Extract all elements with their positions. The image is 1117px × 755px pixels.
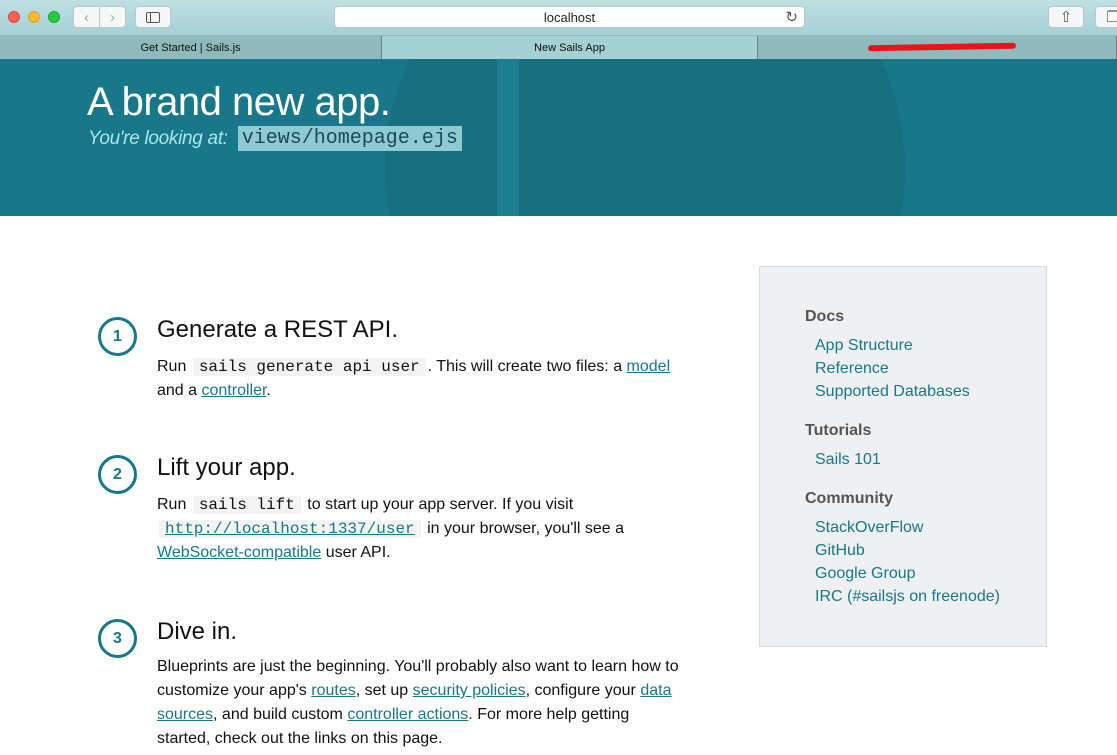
link-sails-101[interactable]: Sails 101: [815, 451, 881, 469]
address-bar[interactable]: localhost ↻: [334, 6, 805, 28]
step-text: in your browser, you'll see a: [427, 520, 625, 537]
step-text: Run: [157, 496, 187, 513]
inline-code: sails lift: [192, 496, 301, 514]
subtitle-label: You're looking at:: [88, 127, 228, 149]
reload-icon[interactable]: ↻: [785, 8, 798, 26]
step-body: Blueprints are just the beginning. You'l…: [157, 655, 687, 751]
hero-banner: A brand new app. You're looking at: view…: [0, 59, 1117, 216]
chevron-right-icon: ›: [110, 8, 115, 26]
back-button[interactable]: ‹: [73, 6, 100, 28]
tab-bar: Get Started | Sails.js New Sails App: [0, 36, 1117, 59]
section-heading-community: Community: [805, 490, 893, 507]
minimize-window-button[interactable]: [28, 11, 40, 23]
browser-toolbar: ‹ › localhost ↻ ⇧ ❐: [0, 0, 1117, 36]
step-text: and a: [157, 382, 198, 399]
websocket-link[interactable]: WebSocket-compatible: [157, 544, 321, 561]
step-number-badge: 1: [98, 317, 137, 356]
model-link[interactable]: model: [627, 358, 671, 375]
hero-stripe: [497, 59, 519, 216]
step-text: to start up your app server. If you visi…: [307, 496, 574, 513]
tab-redacted[interactable]: [758, 36, 1117, 59]
step-text: , configure your: [525, 682, 636, 699]
security-policies-link[interactable]: security policies: [413, 682, 526, 699]
step-text: . This will create two files: a: [427, 358, 623, 375]
sidebar-toggle-button[interactable]: [135, 6, 171, 28]
chevron-left-icon: ‹: [84, 8, 89, 26]
tab-label: Get Started | Sails.js: [140, 41, 241, 54]
step-title: Generate a REST API.: [157, 316, 399, 343]
section-heading-tutorials: Tutorials: [805, 422, 872, 439]
subtitle-code: views/homepage.ejs: [237, 126, 462, 151]
step-body: Run sails generate api user. This will c…: [157, 355, 687, 403]
address-url: localhost: [543, 9, 596, 25]
redaction-mark: [867, 42, 1017, 52]
forward-button[interactable]: ›: [99, 6, 126, 28]
step-text: , and build custom: [213, 706, 343, 723]
inline-code: sails generate api user: [192, 358, 426, 376]
tab-overview-button[interactable]: ❐: [1095, 6, 1117, 28]
step-title: Dive in.: [157, 618, 238, 645]
zoom-window-button[interactable]: [48, 11, 60, 23]
share-icon: ⇧: [1059, 9, 1073, 26]
link-supported-databases[interactable]: Supported Databases: [815, 383, 970, 401]
section-heading-docs: Docs: [805, 308, 845, 325]
share-button[interactable]: ⇧: [1048, 6, 1084, 28]
link-stackoverflow[interactable]: StackOverFlow: [815, 519, 923, 537]
controller-link[interactable]: controller: [202, 382, 267, 399]
tab-new-sails-app[interactable]: New Sails App: [382, 36, 758, 59]
sidebar-icon: [146, 11, 160, 23]
link-reference[interactable]: Reference: [815, 360, 889, 378]
tab-get-started[interactable]: Get Started | Sails.js: [0, 36, 382, 59]
link-app-structure[interactable]: App Structure: [815, 337, 913, 355]
tabs-icon: ❐: [1106, 9, 1117, 26]
hero-decoration: [385, 59, 905, 216]
step-number-badge: 3: [98, 619, 137, 658]
step-text: user API.: [325, 544, 391, 561]
tab-label: New Sails App: [534, 41, 605, 54]
link-irc[interactable]: IRC (#sailsjs on freenode): [815, 588, 1000, 606]
step-text: , set up: [355, 682, 409, 699]
hero-subtitle: You're looking at: views/homepage.ejs: [88, 126, 462, 151]
close-window-button[interactable]: [8, 11, 20, 23]
step-title: Lift your app.: [157, 454, 296, 481]
link-google-group[interactable]: Google Group: [815, 565, 916, 583]
help-links-panel: Docs App Structure Reference Supported D…: [759, 266, 1047, 647]
controller-actions-link[interactable]: controller actions: [347, 706, 468, 723]
routes-link[interactable]: routes: [311, 682, 355, 699]
step-text: .: [266, 382, 271, 399]
step-body: Run sails lift to start up your app serv…: [157, 493, 687, 565]
page-title: A brand new app.: [87, 80, 391, 124]
step-number-badge: 2: [98, 455, 137, 494]
step-text: Run: [157, 358, 187, 375]
localhost-user-link[interactable]: http://localhost:1337/user: [159, 520, 421, 538]
link-github[interactable]: GitHub: [815, 542, 865, 560]
